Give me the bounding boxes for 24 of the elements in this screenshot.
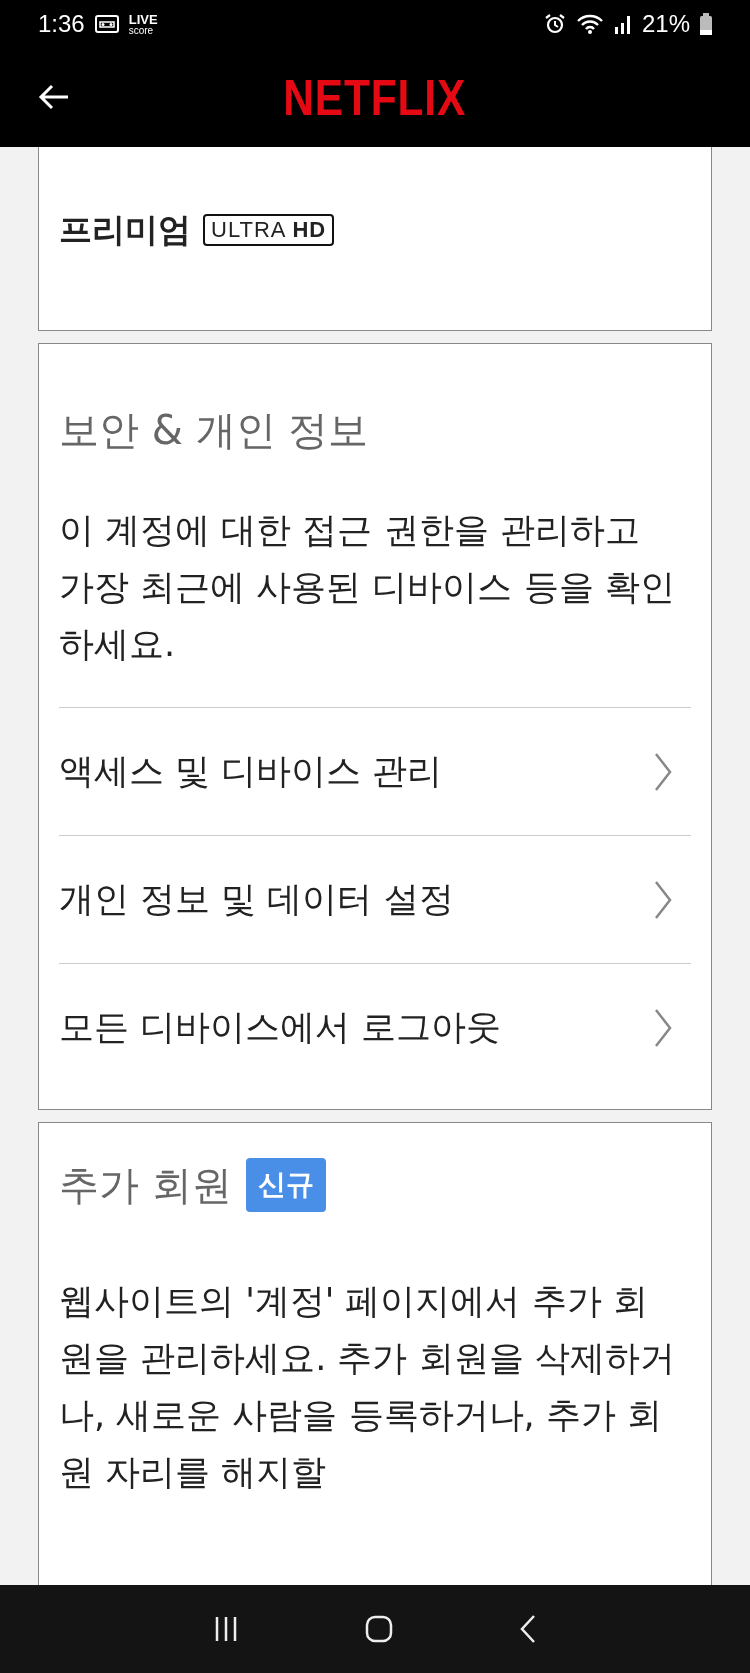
chevron-icon — [653, 1007, 673, 1048]
settings-link-row[interactable]: 액세스 및 디바이스 관리 — [59, 707, 691, 835]
section-description: 이 계정에 대한 접근 권한을 관리하고 가장 최근에 사용된 디바이스 등을 확인하세요. — [59, 509, 676, 666]
section-description: 웹사이트의 '계정' 페이지에서 추가 회원을 관리하세요. 추가 회원을 삭제하거나, 새로운 사람을 등록하거나, 추가 회원 자리를 해지할 — [59, 1280, 676, 1494]
chevron-icon — [653, 879, 673, 920]
settings-link-row[interactable]: 모든 디바이스에서 로그아웃 — [59, 963, 691, 1091]
new-badge: 신규 — [245, 1158, 326, 1212]
ultra-hd-badge: ULTRA HD — [203, 214, 335, 246]
app-badge-top: LIVE — [128, 12, 158, 26]
settings-link-row[interactable]: 개인 정보 및 데이터 설정 — [59, 835, 691, 963]
app-badge-bottom: score — [128, 25, 155, 36]
battery-percent: 21% — [641, 10, 690, 38]
home-icon[interactable] — [365, 1615, 393, 1643]
signal-icon — [613, 14, 632, 34]
section-title: 보안 & 개인 정보 — [59, 406, 370, 454]
netflix-logo: NETFLIX — [283, 72, 467, 123]
alarm-icon — [543, 13, 566, 35]
section-title: 추가 회원 — [59, 1161, 232, 1209]
plan-name: 프리미엄 — [59, 208, 191, 251]
cassette-icon — [94, 15, 119, 33]
battery-icon — [700, 13, 712, 35]
chevron-icon — [653, 751, 673, 792]
status-time: 1:36 — [38, 10, 85, 38]
wifi-icon — [575, 13, 604, 35]
